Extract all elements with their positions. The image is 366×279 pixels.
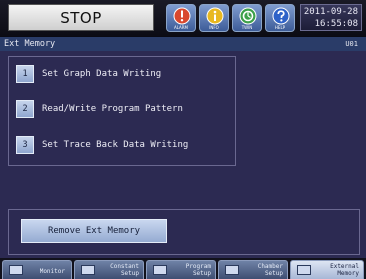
bottom-tab-bar: Monitor Constant Setup Program Setup Cha…: [0, 258, 366, 279]
tab-label-line2: Setup: [120, 270, 139, 277]
remove-ext-memory-button[interactable]: Remove Ext Memory: [21, 219, 167, 243]
tab-chamber-setup[interactable]: Chamber Setup: [218, 260, 288, 279]
help-label: HELP: [274, 25, 286, 30]
info-label: INFO: [209, 25, 219, 30]
time-text: 16:55:08: [314, 19, 358, 29]
tab-label-line2: Setup: [192, 270, 211, 277]
menu-item-read-write-program-pattern[interactable]: 2 Read/Write Program Pattern: [16, 100, 236, 118]
clock-display: 2011-09-28 16:55:08: [300, 4, 362, 31]
menu-item-label: Read/Write Program Pattern: [42, 104, 183, 114]
screen-title: Ext Memory: [4, 39, 56, 49]
screen-code: U01: [345, 40, 358, 48]
menu-item-number[interactable]: 1: [16, 65, 34, 83]
tab-label: Monitor: [39, 268, 65, 275]
remove-group: Remove Ext Memory: [8, 209, 360, 255]
folder-icon: [153, 265, 167, 275]
menu-item-number[interactable]: 2: [16, 100, 34, 118]
menu-item-set-graph-data-writing[interactable]: 1 Set Graph Data Writing: [16, 65, 236, 83]
twin-button[interactable]: TWIN: [232, 4, 262, 32]
tab-label-line2: Setup: [264, 270, 283, 277]
twin-icon: [239, 7, 257, 25]
folder-icon: [225, 265, 239, 275]
twin-label: TWIN: [241, 25, 253, 30]
tab-external-memory[interactable]: External Memory: [290, 260, 364, 279]
alarm-icon: [173, 7, 191, 25]
operation-status: STOP: [8, 4, 154, 31]
tab-monitor[interactable]: Monitor: [2, 260, 72, 279]
folder-icon: [297, 265, 311, 275]
menu-group: 1 Set Graph Data Writing 2 Read/Write Pr…: [8, 56, 236, 166]
tab-constant-setup[interactable]: Constant Setup: [74, 260, 144, 279]
folder-icon: [81, 265, 95, 275]
help-button[interactable]: HELP: [265, 4, 295, 32]
info-button[interactable]: INFO: [199, 4, 229, 32]
menu-item-label: Set Graph Data Writing: [42, 69, 162, 79]
alarm-label: ALARM: [173, 25, 189, 30]
tab-program-setup[interactable]: Program Setup: [146, 260, 216, 279]
menu-item-label: Set Trace Back Data Writing: [42, 140, 189, 150]
screen-title-bar: Ext Memory U01: [0, 37, 366, 51]
menu-item-set-trace-back-data-writing[interactable]: 3 Set Trace Back Data Writing: [16, 136, 236, 154]
alarm-button[interactable]: ALARM: [166, 4, 196, 32]
date-text: 2011-09-28: [303, 7, 358, 17]
tab-label-line2: Memory: [337, 270, 359, 277]
main-panel: 1 Set Graph Data Writing 2 Read/Write Pr…: [0, 51, 366, 258]
top-status-bar: STOP ALARM INFO TWIN HELP 2011-09-28 16:…: [0, 0, 366, 36]
info-icon: [206, 7, 224, 25]
menu-item-number[interactable]: 3: [16, 136, 34, 154]
folder-icon: [9, 265, 23, 275]
help-icon: [272, 7, 290, 25]
